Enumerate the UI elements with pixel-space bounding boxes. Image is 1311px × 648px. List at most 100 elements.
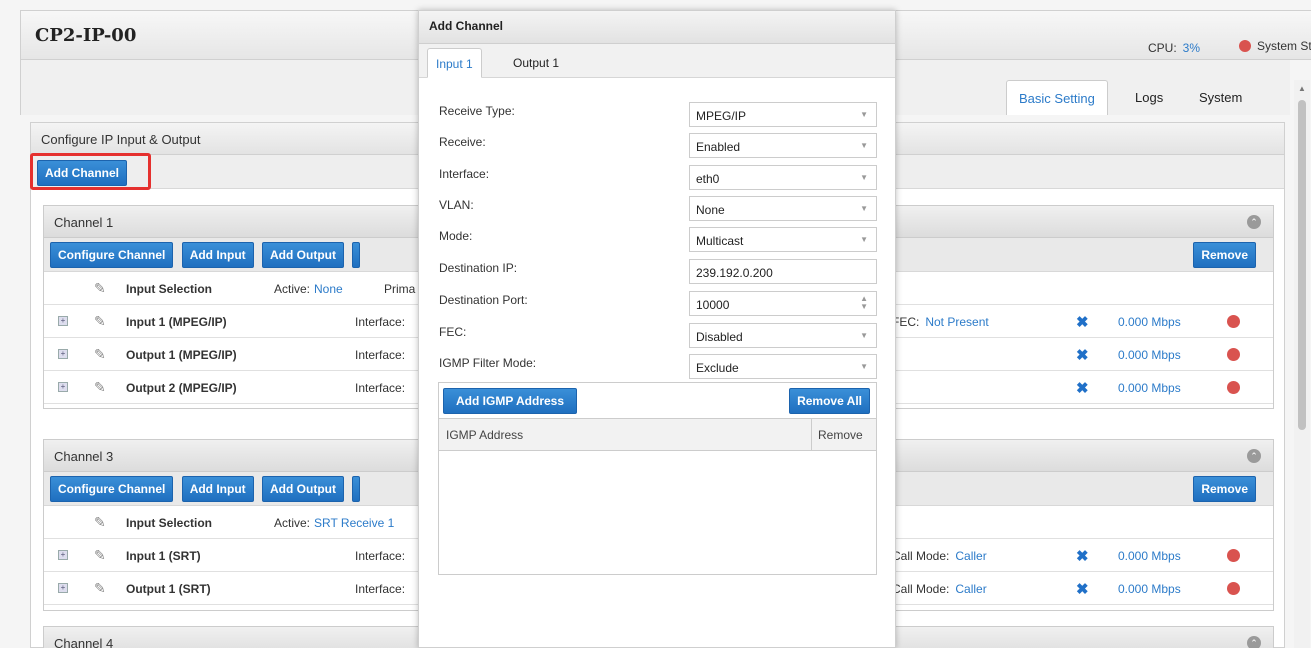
vlan-select[interactable]: None ▼ <box>689 196 877 221</box>
dropdown-arrow-icon: ▼ <box>860 204 868 213</box>
interface-label: Interface: <box>355 549 406 563</box>
field-label: Receive: <box>439 135 486 149</box>
active-label: Active: <box>274 516 311 530</box>
status-led-icon <box>1227 348 1240 361</box>
tab-basic-setting[interactable]: Basic Setting <box>1006 80 1108 115</box>
tab-output-1[interactable]: Output 1 <box>505 48 567 78</box>
tab-system[interactable]: System <box>1187 80 1254 115</box>
active-label: Active: <box>274 282 311 296</box>
edit-pencil-icon[interactable]: ✎ <box>94 346 106 363</box>
fec-value: Not Present <box>925 315 989 329</box>
column-igmp-address: IGMP Address <box>446 428 524 442</box>
active-input: Active: SRT Receive 1 <box>274 516 394 530</box>
delete-icon[interactable]: ✖ <box>1076 346 1089 364</box>
active-value: None <box>314 282 343 296</box>
dropdown-arrow-icon: ▼ <box>860 141 868 150</box>
expand-icon[interactable]: + <box>58 349 68 359</box>
destination-port-stepper[interactable]: 10000 ▲ ▼ <box>689 291 877 316</box>
remove-channel-button[interactable]: Remove <box>1193 242 1256 268</box>
mode-select[interactable]: Multicast ▼ <box>689 227 877 252</box>
add-output-button[interactable]: Add Output <box>262 242 344 268</box>
field-destination-ip: Destination IP: 239.192.0.200 <box>439 259 877 287</box>
edit-pencil-icon[interactable]: ✎ <box>94 313 106 330</box>
dialog-title: Add Channel <box>419 11 895 44</box>
dialog-tab-bar: Input 1 Output 1 <box>419 44 895 78</box>
fec-select[interactable]: Disabled ▼ <box>689 323 877 348</box>
select-value: Enabled <box>696 140 741 154</box>
expand-icon[interactable]: + <box>58 382 68 392</box>
field-igmp-filter-mode: IGMP Filter Mode: Exclude ▼ <box>439 354 877 382</box>
igmp-filter-mode-select[interactable]: Exclude ▼ <box>689 354 877 379</box>
page-scrollbar[interactable]: ▲ <box>1294 80 1310 648</box>
interface-label: Interface: <box>355 582 406 596</box>
edit-pencil-icon[interactable]: ✎ <box>94 580 106 597</box>
status-led-icon <box>1227 381 1240 394</box>
highlight-annotation <box>30 153 151 190</box>
input-selection-label: Input Selection <box>126 282 213 296</box>
receive-type-select[interactable]: MPEG/IP ▼ <box>689 102 877 127</box>
delete-icon[interactable]: ✖ <box>1076 547 1089 565</box>
interface-label: Interface: <box>355 348 406 362</box>
field-label: VLAN: <box>439 198 474 212</box>
add-input-button[interactable]: Add Input <box>181 476 254 502</box>
bitrate: 0.000 Mbps <box>1118 549 1181 563</box>
field-label: FEC: <box>439 325 467 339</box>
tab-logs[interactable]: Logs <box>1123 80 1175 115</box>
hidden-button[interactable] <box>352 242 361 268</box>
channel-3-title: Channel 3 <box>54 449 114 464</box>
system-status[interactable]: System Sta <box>1239 39 1311 53</box>
row-name: Output 1 (SRT) <box>126 582 211 596</box>
interface-select[interactable]: eth0 ▼ <box>689 165 877 190</box>
expand-icon[interactable]: + <box>58 583 68 593</box>
edit-pencil-icon[interactable]: ✎ <box>94 547 106 564</box>
input-value: 10000 <box>696 298 730 312</box>
fec-status: FEC: Not Present <box>892 315 989 329</box>
field-label: IGMP Filter Mode: <box>439 356 537 370</box>
edit-pencil-icon[interactable]: ✎ <box>94 280 106 297</box>
collapse-icon[interactable]: ⌃ <box>1247 449 1261 463</box>
delete-icon[interactable]: ✖ <box>1076 379 1089 397</box>
field-receive: Receive: Enabled ▼ <box>439 133 877 161</box>
spinner-icon[interactable]: ▲ ▼ <box>860 295 868 311</box>
interface-label: Interface: <box>355 315 406 329</box>
status-led-icon <box>1227 549 1240 562</box>
status-led-icon <box>1227 315 1240 328</box>
input-selection-label: Input Selection <box>126 516 213 530</box>
collapse-icon[interactable]: ⌃ <box>1247 636 1261 648</box>
field-label: Mode: <box>439 229 473 243</box>
receive-select[interactable]: Enabled ▼ <box>689 133 877 158</box>
bitrate: 0.000 Mbps <box>1118 348 1181 362</box>
expand-icon[interactable]: + <box>58 316 68 326</box>
add-output-button[interactable]: Add Output <box>262 476 344 502</box>
configure-channel-button[interactable]: Configure Channel <box>50 476 174 502</box>
field-interface: Interface: eth0 ▼ <box>439 165 877 193</box>
field-fec: FEC: Disabled ▼ <box>439 323 877 351</box>
row-name: Input 1 (MPEG/IP) <box>126 315 227 329</box>
configure-channel-button[interactable]: Configure Channel <box>50 242 174 268</box>
remove-channel-button[interactable]: Remove <box>1193 476 1256 502</box>
row-name: Output 1 (MPEG/IP) <box>126 348 237 362</box>
delete-icon[interactable]: ✖ <box>1076 580 1089 598</box>
field-label: Destination IP: <box>439 261 518 275</box>
cpu-label: CPU: <box>1148 41 1177 55</box>
edit-pencil-icon[interactable]: ✎ <box>94 514 106 531</box>
bitrate: 0.000 Mbps <box>1118 381 1181 395</box>
destination-ip-input[interactable]: 239.192.0.200 <box>689 259 877 284</box>
scroll-thumb[interactable] <box>1298 100 1306 430</box>
delete-icon[interactable]: ✖ <box>1076 313 1089 331</box>
hidden-button[interactable] <box>352 476 361 502</box>
collapse-icon[interactable]: ⌃ <box>1247 215 1261 229</box>
remove-all-button[interactable]: Remove All <box>789 388 870 414</box>
expand-icon[interactable]: + <box>58 550 68 560</box>
scroll-up-icon[interactable]: ▲ <box>1298 84 1306 93</box>
channel-1-title: Channel 1 <box>54 215 114 230</box>
primary-label: Prima <box>384 282 416 296</box>
dropdown-arrow-icon: ▼ <box>860 110 868 119</box>
add-igmp-address-button[interactable]: Add IGMP Address <box>443 388 578 414</box>
call-mode: Call Mode: Caller <box>892 549 987 563</box>
edit-pencil-icon[interactable]: ✎ <box>94 379 106 396</box>
bitrate: 0.000 Mbps <box>1118 315 1181 329</box>
tab-input-1[interactable]: Input 1 <box>427 48 482 78</box>
add-input-button[interactable]: Add Input <box>181 242 254 268</box>
device-title: CP2-IP-00 <box>35 25 137 46</box>
